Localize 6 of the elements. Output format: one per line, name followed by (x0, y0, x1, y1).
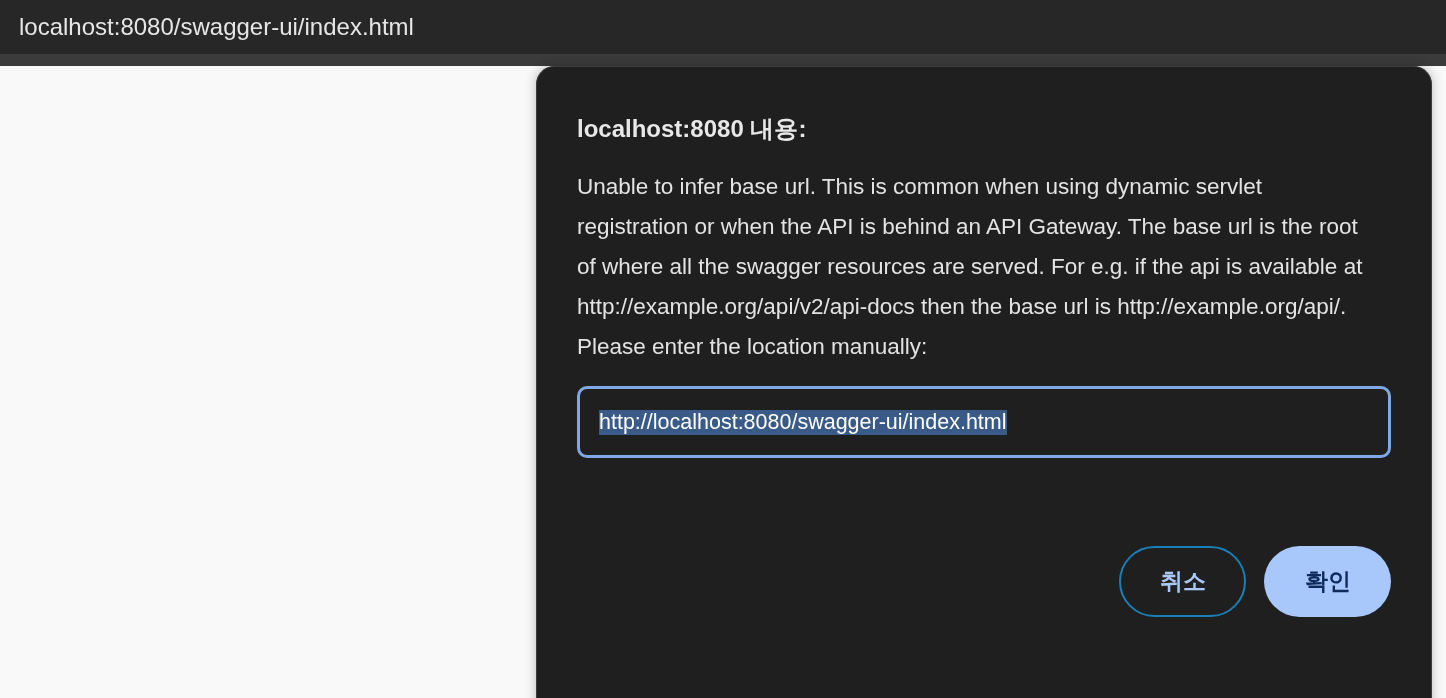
input-field[interactable]: http://localhost:8080/swagger-ui/index.html (577, 386, 1391, 458)
url-text[interactable]: localhost:8080/swagger-ui/index.html (19, 13, 414, 41)
dialog-message: Unable to infer base url. This is common when using dynamic servlet registration or when the API is behind an API Gateway. The base url is the root of where all the swagger resources are served. For e.g. if the api is available at http://example.org/api/v2/api-docs then the base url is http://example.org/api/. Please enter the location manually: (577, 173, 1364, 361)
confirm-button[interactable]: 확인 (1264, 546, 1391, 617)
dialog-title: localhost:8080 내용: (577, 114, 808, 144)
cancel-button[interactable]: 취소 (1119, 546, 1246, 617)
